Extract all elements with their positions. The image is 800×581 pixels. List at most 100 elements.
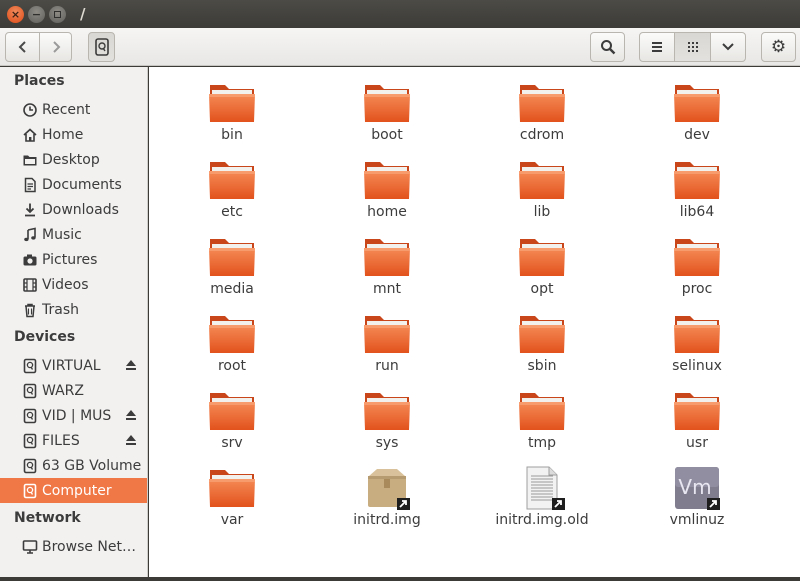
- file-name: home: [367, 204, 407, 220]
- window-title: /: [80, 5, 86, 23]
- sidebar-item-recent[interactable]: Recent: [0, 97, 147, 122]
- package-link-icon: [363, 466, 411, 510]
- file-item-initrd-img[interactable]: initrd.img: [322, 466, 452, 528]
- file-item-mnt[interactable]: mnt: [322, 235, 452, 297]
- folder-icon: [208, 158, 256, 202]
- maximize-window-button[interactable]: [49, 5, 66, 23]
- camera-icon: [22, 252, 38, 268]
- app-menu-button[interactable]: ⚙: [761, 32, 796, 62]
- sidebar-item-label: Videos: [42, 276, 89, 293]
- list-view-button[interactable]: [639, 32, 675, 62]
- chevron-down-icon: [722, 43, 734, 51]
- sidebar-item-desktop[interactable]: Desktop: [0, 147, 147, 172]
- file-item-usr[interactable]: usr: [632, 389, 762, 451]
- sidebar-item-downloads[interactable]: Downloads: [0, 197, 147, 222]
- file-name: cdrom: [519, 127, 565, 143]
- grid-icon: [687, 42, 698, 52]
- download-icon: [22, 202, 38, 218]
- sidebar-item-label: Recent: [42, 101, 91, 118]
- folder-icon: [208, 466, 256, 510]
- file-item-root[interactable]: root: [167, 312, 297, 374]
- devices-heading: Devices: [14, 329, 76, 345]
- file-grid: bin boot cdrom dev etc home lib lib64 media mnt op…: [149, 67, 800, 577]
- file-name: srv: [221, 435, 243, 451]
- drive-icon: [22, 458, 38, 474]
- folder-icon: [208, 312, 256, 356]
- file-item-initrd-img-old[interactable]: initrd.img.old: [477, 466, 607, 528]
- back-button[interactable]: [5, 32, 40, 62]
- minimize-window-button[interactable]: −: [28, 5, 45, 23]
- file-item-etc[interactable]: etc: [167, 158, 297, 220]
- file-item-tmp[interactable]: tmp: [477, 389, 607, 451]
- sidebar-item-label: Downloads: [42, 201, 119, 218]
- sidebar-item-label: VIRTUAL: [42, 357, 101, 374]
- file-name: opt: [530, 281, 554, 297]
- file-item-var[interactable]: var: [167, 466, 297, 528]
- file-item-cdrom[interactable]: cdrom: [477, 81, 607, 143]
- sidebar-item-label: FILES: [42, 432, 80, 449]
- clock-icon: [22, 102, 38, 118]
- eject-icon[interactable]: [125, 409, 137, 421]
- file-item-boot[interactable]: boot: [322, 81, 452, 143]
- folder-icon: [363, 235, 411, 279]
- places-heading: Places: [14, 73, 65, 89]
- file-item-sys[interactable]: sys: [322, 389, 452, 451]
- file-item-proc[interactable]: proc: [632, 235, 762, 297]
- folder-icon: [673, 389, 721, 433]
- file-item-opt[interactable]: opt: [477, 235, 607, 297]
- sidebar-item-computer[interactable]: Computer: [0, 478, 147, 503]
- file-item-vmlinuz[interactable]: Vm vmlinuz: [632, 466, 762, 528]
- sidebar-item-label: VID | MUS: [42, 407, 112, 424]
- search-button[interactable]: [590, 32, 625, 62]
- file-item-lib64[interactable]: lib64: [632, 158, 762, 220]
- document-icon: [22, 177, 38, 193]
- sidebar-item-virtual[interactable]: VIRTUAL: [0, 353, 147, 378]
- view-options-button[interactable]: [711, 32, 746, 62]
- minimize-icon: −: [31, 7, 42, 21]
- folder-icon: [518, 158, 566, 202]
- file-item-bin[interactable]: bin: [167, 81, 297, 143]
- file-name: sbin: [527, 358, 557, 374]
- file-item-dev[interactable]: dev: [632, 81, 762, 143]
- sidebar-item-trash[interactable]: Trash: [0, 297, 147, 322]
- sidebar-item-63-gb-volume[interactable]: 63 GB Volume: [0, 453, 147, 478]
- sidebar-item-label: Browse Net…: [42, 538, 137, 555]
- chevron-left-icon: [18, 41, 26, 53]
- folder-icon: [22, 152, 38, 168]
- file-name: vmlinuz: [669, 512, 725, 528]
- file-item-media[interactable]: media: [167, 235, 297, 297]
- grid-view-button[interactable]: [675, 32, 711, 62]
- file-name: root: [217, 358, 247, 374]
- folder-icon: [673, 312, 721, 356]
- eject-icon[interactable]: [125, 359, 137, 371]
- maximize-icon: [54, 10, 61, 18]
- file-item-lib[interactable]: lib: [477, 158, 607, 220]
- close-window-button[interactable]: ×: [7, 5, 24, 23]
- sidebar-item-documents[interactable]: Documents: [0, 172, 147, 197]
- file-name: tmp: [527, 435, 556, 451]
- eject-icon[interactable]: [125, 434, 137, 446]
- file-item-sbin[interactable]: sbin: [477, 312, 607, 374]
- file-name: initrd.img: [353, 512, 421, 528]
- file-item-run[interactable]: run: [322, 312, 452, 374]
- sidebar-item-warz[interactable]: WARZ: [0, 378, 147, 403]
- forward-button[interactable]: [40, 32, 72, 62]
- file-item-srv[interactable]: srv: [167, 389, 297, 451]
- location-button-root[interactable]: [88, 32, 115, 62]
- sidebar-item-browse-net[interactable]: Browse Net…: [0, 534, 147, 559]
- folder-icon: [363, 312, 411, 356]
- file-name: initrd.img.old: [495, 512, 589, 528]
- sidebar-item-label: Trash: [42, 301, 79, 318]
- folder-icon: [518, 81, 566, 125]
- sidebar-item-files[interactable]: FILES: [0, 428, 147, 453]
- sidebar-item-music[interactable]: Music: [0, 222, 147, 247]
- sidebar-item-home[interactable]: Home: [0, 122, 147, 147]
- file-item-home[interactable]: home: [322, 158, 452, 220]
- file-item-selinux[interactable]: selinux: [632, 312, 762, 374]
- vm-link-icon: Vm: [673, 466, 721, 510]
- sidebar-item-vid-mus[interactable]: VID | MUS: [0, 403, 147, 428]
- sidebar-item-pictures[interactable]: Pictures: [0, 247, 147, 272]
- sidebar-item-videos[interactable]: Videos: [0, 272, 147, 297]
- file-name: etc: [221, 204, 243, 220]
- file-name: bin: [221, 127, 243, 143]
